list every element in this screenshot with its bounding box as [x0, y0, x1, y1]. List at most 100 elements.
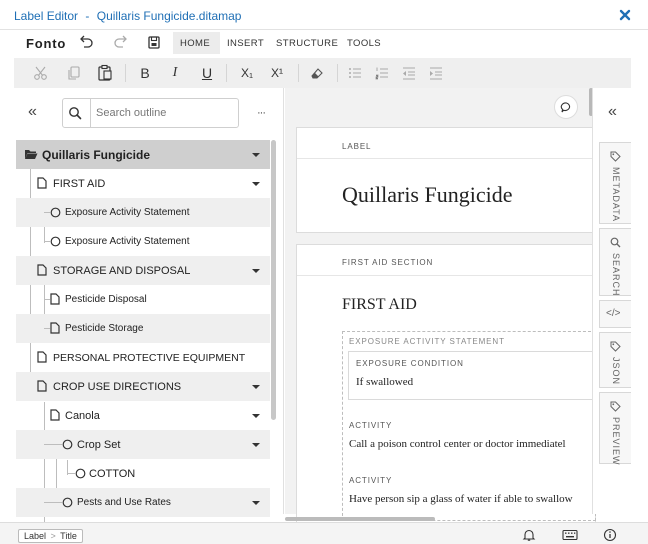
condition-caption: EXPOSURE CONDITION — [356, 359, 464, 368]
numbered-list-icon — [375, 67, 388, 80]
outline-item-canola[interactable]: Canola — [16, 401, 270, 430]
numbered-list-button[interactable] — [371, 63, 393, 83]
outline-item-quillaris-fungicide[interactable]: Quillaris Fungicide — [16, 140, 270, 169]
element-breadcrumb[interactable]: Label > Title — [18, 529, 83, 543]
info-icon — [603, 528, 617, 542]
label-title[interactable]: Quillaris Fungicide — [342, 182, 512, 208]
tab-preview[interactable]: PREVIEW — [599, 392, 631, 466]
tab-structure[interactable]: STRUCTURE — [276, 38, 338, 49]
outline-item-first-aid[interactable]: FIRST AID — [16, 169, 270, 198]
document-icon — [50, 409, 60, 421]
tree-line — [44, 444, 62, 445]
outline-item-cotton[interactable]: COTTON — [16, 459, 270, 488]
tab-code[interactable]: </> — [599, 300, 631, 328]
outdent-button[interactable] — [398, 63, 420, 83]
outline-item-label: PERSONAL PROTECTIVE EQUIPMENT — [53, 352, 246, 364]
tab-metadata[interactable]: METADATA — [599, 142, 631, 224]
undo-button[interactable] — [76, 34, 96, 52]
chevron-down-icon[interactable] — [251, 413, 261, 419]
outline-more-button[interactable]: ··· — [257, 107, 266, 119]
paste-icon — [98, 64, 112, 81]
tab-insert[interactable]: INSERT — [227, 38, 264, 49]
indent-icon — [430, 67, 442, 80]
bulleted-list-button[interactable] — [344, 63, 366, 83]
copy-button[interactable] — [63, 63, 85, 83]
cut-button[interactable] — [30, 63, 52, 83]
circle-icon — [62, 439, 73, 450]
code-icon: </> — [606, 308, 621, 319]
subscript-button[interactable]: X₁ — [236, 63, 258, 83]
outline-item-label: Pests and Use Rates — [77, 497, 171, 508]
card-divider — [297, 275, 597, 276]
outline-item-exposure-activity-statement[interactable]: Exposure Activity Statement — [16, 198, 270, 227]
collapse-outline-button[interactable]: « — [28, 103, 37, 121]
chevron-down-icon[interactable] — [251, 384, 261, 390]
outline-item-crop-set[interactable]: Crop Set — [16, 430, 270, 459]
save-button[interactable] — [144, 34, 164, 52]
activity-text[interactable]: Have person sip a glass of water if able… — [349, 493, 587, 505]
tab-label: JSON — [611, 357, 621, 386]
superscript-button[interactable]: X¹ — [266, 63, 288, 83]
exposure-caption: EXPOSURE ACTIVITY STATEMENT — [349, 337, 505, 346]
underline-button[interactable]: U — [196, 63, 218, 83]
indent-button[interactable] — [425, 63, 447, 83]
outline-item-exposure-activity-statement[interactable]: Exposure Activity Statement — [16, 227, 270, 256]
tag-icon — [610, 341, 621, 352]
outline-item-crop-use-directions[interactable]: CROP USE DIRECTIONS — [16, 372, 270, 401]
close-button[interactable] — [618, 8, 632, 22]
search-icon — [610, 237, 621, 248]
chevron-down-icon[interactable] — [251, 181, 261, 187]
outline-item-personal-protective-equipment[interactable]: PERSONAL PROTECTIVE EQUIPMENT — [16, 343, 270, 372]
notifications-button[interactable] — [522, 528, 536, 542]
activity-caption: ACTIVITY — [349, 476, 393, 485]
comment-button[interactable] — [554, 95, 578, 119]
info-button[interactable] — [603, 528, 617, 542]
breadcrumb-item[interactable]: Label — [24, 531, 46, 541]
toolbar-separator — [337, 64, 338, 82]
document-horizontal-scrollbar[interactable] — [285, 517, 435, 521]
breadcrumb-item[interactable]: Title — [60, 531, 77, 541]
chevron-down-icon[interactable] — [251, 500, 261, 506]
window-title: Label Editor - Quillaris Fungicide.ditam… — [14, 9, 241, 23]
chevron-down-icon[interactable] — [251, 268, 261, 274]
outline-item-label: Quillaris Fungicide — [42, 148, 151, 162]
circle-icon — [50, 207, 61, 218]
label-card[interactable]: LABEL Quillaris Fungicide — [296, 127, 597, 233]
comment-icon — [560, 102, 571, 113]
outline-scrollbar[interactable] — [271, 140, 276, 420]
tab-tools[interactable]: TOOLS — [347, 38, 381, 49]
bold-button[interactable]: B — [134, 63, 156, 83]
collapse-sidepanel-button[interactable]: « — [608, 103, 617, 121]
fonto-logo: Fonto — [26, 36, 67, 51]
outline-item-pests-and-use-rates[interactable]: Pests and Use Rates — [16, 488, 270, 517]
paste-button[interactable] — [94, 63, 116, 83]
section-title[interactable]: FIRST AID — [342, 296, 417, 314]
keyboard-icon — [562, 529, 578, 541]
outline-item-pesticide-disposal[interactable]: Pesticide Disposal — [16, 285, 270, 314]
tab-search[interactable]: SEARCH — [599, 228, 631, 297]
tab-home[interactable]: HOME — [180, 38, 210, 49]
tab-json[interactable]: JSON — [599, 332, 631, 388]
keyboard-shortcuts-button[interactable] — [562, 529, 578, 541]
activity-text[interactable]: Call a poison control center or doctor i… — [349, 438, 587, 450]
condition-text[interactable]: If swallowed — [356, 376, 413, 388]
document-icon — [37, 380, 47, 392]
tab-label: PREVIEW — [611, 417, 621, 466]
document-icon — [50, 322, 60, 334]
chevron-down-icon[interactable] — [251, 152, 261, 158]
outline-item-storage-and-disposal[interactable]: STORAGE AND DISPOSAL — [16, 256, 270, 285]
tag-icon — [610, 151, 621, 162]
circle-icon — [62, 497, 73, 508]
search-button[interactable] — [68, 106, 82, 120]
outline-item-label: STORAGE AND DISPOSAL — [53, 265, 191, 277]
search-divider — [90, 99, 91, 127]
clear-formatting-button[interactable] — [306, 63, 328, 83]
close-icon — [619, 9, 631, 21]
outline-item-label: Canola — [65, 410, 100, 422]
chevron-down-icon[interactable] — [251, 442, 261, 448]
outline-item-pesticide-storage[interactable]: Pesticide Storage — [16, 314, 270, 343]
italic-button[interactable]: I — [164, 63, 186, 83]
redo-button[interactable] — [111, 34, 131, 52]
bell-icon — [522, 529, 536, 541]
outline-search-input[interactable] — [96, 105, 234, 121]
